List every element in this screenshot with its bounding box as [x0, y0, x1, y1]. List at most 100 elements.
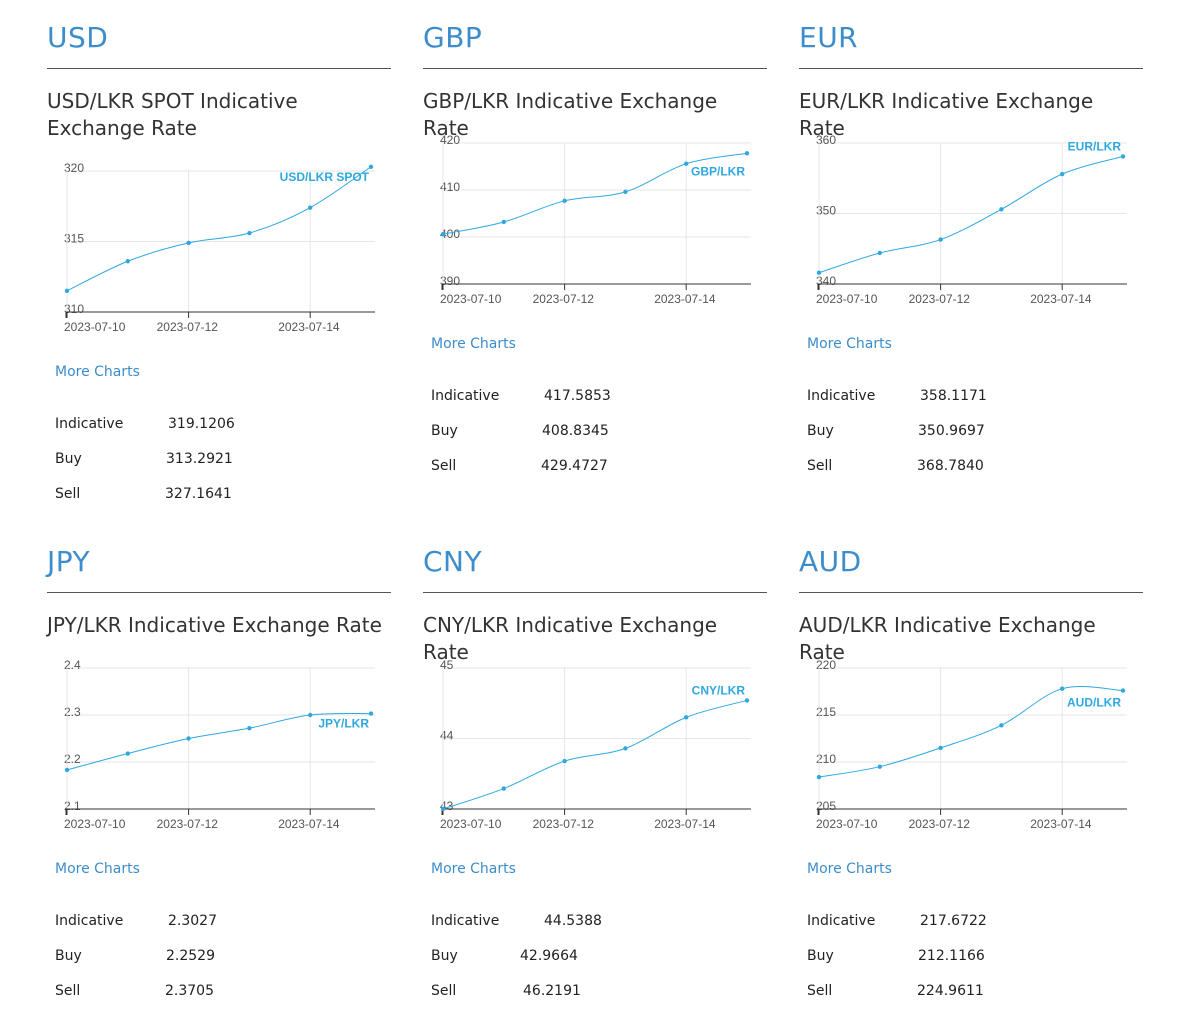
- exchange-rate-chart: 3403503602023-07-10 2023-07-12 2023-07-14E…: [816, 133, 1127, 306]
- x-tick-label: 2023-07-10: [64, 320, 126, 334]
- y-tick-label: 44: [440, 729, 454, 743]
- divider: [423, 68, 767, 69]
- rate-label: Indicative: [807, 388, 876, 404]
- data-point: [816, 774, 822, 780]
- currency-panel-gbp: GBP GBP/LKR Indicative Exchange Rate 390…: [423, 0, 767, 520]
- rate-value: 2.3027: [168, 913, 217, 929]
- x-tick-label: 2023-07-10: [440, 292, 502, 306]
- divider: [799, 68, 1143, 69]
- exchange-rate-chart: 2.12.22.32.42023-07-10 2023-07-12 2023-07-…: [64, 658, 375, 831]
- rate-label: Sell: [807, 983, 833, 999]
- rate-value: 327.1641: [165, 486, 232, 502]
- data-point: [877, 250, 882, 256]
- data-point: [938, 745, 943, 751]
- data-point: [1120, 154, 1126, 159]
- rate-value: 358.1171: [920, 388, 987, 404]
- exchange-rate-chart: 3103153202023-07-10 2023-07-12 2023-07-14U…: [64, 161, 375, 334]
- rate-value: 417.5853: [544, 388, 611, 404]
- data-point: [684, 161, 689, 166]
- rate-label: Buy: [807, 948, 834, 964]
- data-point: [1060, 171, 1065, 177]
- rate-table: Indicative 2.3027 Buy 2.2529 Sell 2.3705: [55, 913, 355, 1018]
- series-label: GBP/LKR: [691, 164, 745, 178]
- rate-label: Indicative: [431, 388, 500, 404]
- data-point: [186, 736, 191, 741]
- rate-label: Buy: [55, 948, 82, 964]
- rate-value: 350.9697: [918, 423, 985, 439]
- chart-title: JPY/LKR Indicative Exchange Rate: [47, 613, 382, 637]
- rate-label: Sell: [55, 486, 81, 502]
- chart-title: USD/LKR SPOT Indicative Exchange Rate: [47, 89, 298, 140]
- currency-panel-eur: EUR EUR/LKR Indicative Exchange Rate 340…: [799, 0, 1143, 520]
- data-point: [308, 712, 313, 718]
- more-charts-link[interactable]: More Charts: [55, 861, 140, 877]
- data-point: [562, 198, 567, 204]
- rate-label: Sell: [55, 983, 81, 999]
- currency-panel-jpy: JPY JPY/LKR Indicative Exchange Rate 2.1…: [47, 524, 391, 1020]
- series-line: [818, 155, 1124, 274]
- rate-table: Indicative 44.5388 Buy 42.9664 Sell 46.2191: [431, 913, 731, 1018]
- currency-title: CNY: [423, 545, 483, 578]
- data-point: [877, 764, 882, 769]
- x-tick-label: 2023-07-12: [909, 817, 971, 831]
- x-tick-label: 2023-07-14: [654, 292, 716, 306]
- rate-label: Indicative: [55, 416, 124, 432]
- x-tick-label: 2023-07-14: [1030, 292, 1092, 306]
- x-tick-label: 2023-07-12: [157, 817, 219, 831]
- rate-table: Indicative 417.5853 Buy 408.8345 Sell 429.4…: [431, 388, 731, 493]
- data-point: [501, 219, 506, 225]
- currency-title: JPY: [47, 545, 91, 578]
- more-charts-link[interactable]: More Charts: [55, 364, 140, 380]
- rate-value: 217.6722: [920, 913, 987, 929]
- series-label: USD/LKR SPOT: [280, 170, 370, 184]
- rate-row-sell: Sell 368.7840: [807, 458, 1107, 493]
- currency-title: AUD: [799, 545, 862, 578]
- exchange-rate-chart: 3904004104202023-07-10 2023-07-12 2023-07-…: [440, 133, 751, 306]
- data-point: [308, 205, 313, 210]
- rate-value: 408.8345: [542, 423, 609, 439]
- rate-row-indicative: Indicative 44.5388: [431, 913, 731, 948]
- series-label: JPY/LKR: [318, 717, 369, 731]
- x-tick-label: 2023-07-14: [278, 320, 340, 334]
- more-charts-link[interactable]: More Charts: [431, 861, 516, 877]
- data-point: [623, 189, 628, 195]
- currency-title: EUR: [799, 21, 859, 54]
- rate-label: Buy: [807, 423, 834, 439]
- more-charts-link[interactable]: More Charts: [807, 861, 892, 877]
- series-line: [442, 699, 748, 810]
- rate-row-sell: Sell 224.9611: [807, 983, 1107, 1018]
- data-point: [1120, 688, 1126, 693]
- currency-panel-aud: AUD AUD/LKR Indicative Exchange Rate 205…: [799, 524, 1143, 1020]
- x-tick-label: 2023-07-10: [64, 817, 126, 831]
- rate-row-buy: Buy 42.9664: [431, 948, 731, 983]
- data-point: [247, 725, 252, 731]
- divider: [47, 592, 391, 593]
- y-tick-label: 45: [440, 658, 454, 672]
- rate-value: 46.2191: [523, 983, 581, 999]
- data-point: [440, 806, 446, 812]
- rate-value: 429.4727: [541, 458, 608, 474]
- divider: [423, 592, 767, 593]
- divider: [799, 592, 1143, 593]
- data-point: [999, 207, 1004, 212]
- currency-panel-usd: USD USD/LKR SPOT Indicative Exchange Rat…: [47, 0, 391, 520]
- data-point: [247, 230, 252, 236]
- rate-row-sell: Sell 46.2191: [431, 983, 731, 1018]
- rate-label: Buy: [431, 948, 458, 964]
- x-tick-label: 2023-07-12: [157, 320, 219, 334]
- exchange-rate-chart: 4344452023-07-10 2023-07-12 2023-07-14CNY/…: [440, 658, 751, 831]
- series-label: CNY/LKR: [692, 683, 746, 697]
- rate-row-indicative: Indicative 358.1171: [807, 388, 1107, 423]
- more-charts-link[interactable]: More Charts: [807, 336, 892, 352]
- rate-row-buy: Buy 212.1166: [807, 948, 1107, 983]
- x-tick-label: 2023-07-14: [1030, 817, 1092, 831]
- more-charts-link[interactable]: More Charts: [431, 336, 516, 352]
- data-point: [562, 758, 567, 764]
- rate-row-sell: Sell 2.3705: [55, 983, 355, 1018]
- rate-label: Sell: [431, 458, 457, 474]
- data-point: [186, 240, 191, 246]
- rate-value: 319.1206: [168, 416, 235, 432]
- rate-table: Indicative 217.6722 Buy 212.1166 Sell 224.9…: [807, 913, 1107, 1018]
- series-label: AUD/LKR: [1067, 696, 1121, 710]
- rate-value: 313.2921: [166, 451, 233, 467]
